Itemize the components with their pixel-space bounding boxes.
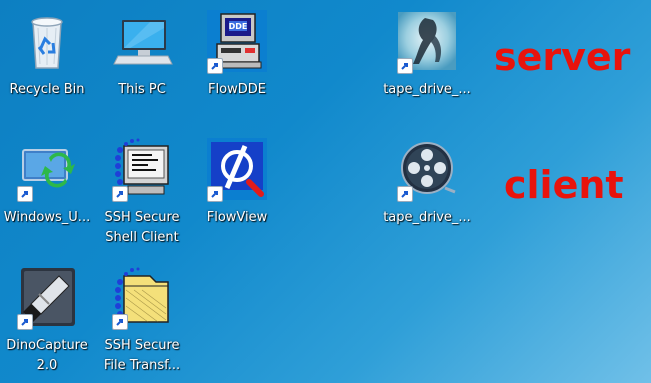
desktop-icon-recycle-bin[interactable]: Recycle Bin	[1, 4, 93, 122]
desktop-icon-flowview[interactable]: FlowView	[191, 132, 283, 250]
shortcut-arrow-icon	[207, 186, 223, 202]
desktop-icon-label: SSH Secure File Transf...	[103, 338, 181, 373]
desktop-icon-label: This PC	[118, 82, 166, 97]
desktop-icon-windows-update[interactable]: Windows_U...	[1, 132, 93, 250]
tape-drive-server-thumbnail-icon	[395, 8, 459, 74]
desktop-icon-label: DinoCapture 2.0	[6, 338, 88, 373]
dinocapture-icon	[15, 264, 79, 330]
desktop-icon-tape-drive-client[interactable]: tape_drive_...	[381, 132, 473, 250]
desktop-icon-label: tape_drive_...	[383, 210, 471, 225]
desktop-icon-ssh-secure-shell-client[interactable]: SSH Secure Shell Client	[96, 132, 188, 250]
shortcut-arrow-icon	[207, 58, 223, 74]
server-annotation: server	[494, 35, 631, 79]
shortcut-arrow-icon	[397, 58, 413, 74]
desktop-icon-label: Windows_U...	[3, 210, 91, 225]
desktop-icon-label: tape_drive_...	[383, 82, 471, 97]
ssh-file-transfer-icon	[110, 264, 174, 330]
film-reel-icon	[395, 136, 459, 202]
desktop-icon-flowdde[interactable]: DDE FlowDDE	[191, 4, 283, 122]
desktop-icon-ssh-secure-file-transfer[interactable]: SSH Secure File Transf...	[96, 260, 188, 378]
desktop-icon-label: Recycle Bin	[9, 82, 85, 97]
flowview-icon	[205, 136, 269, 202]
desktop-icon-this-pc[interactable]: This PC	[96, 4, 188, 122]
desktop-icon-label: FlowDDE	[208, 82, 266, 97]
dde-icon-text: DDE	[229, 22, 248, 31]
ssh-shell-client-icon	[110, 136, 174, 202]
windows-update-icon	[15, 136, 79, 202]
desktop-icon-label: FlowView	[206, 210, 268, 225]
flowdde-icon: DDE	[205, 8, 269, 74]
shortcut-arrow-icon	[397, 186, 413, 202]
desktop-icon-tape-drive-server[interactable]: tape_drive_...	[381, 4, 473, 122]
shortcut-arrow-icon	[17, 186, 33, 202]
computer-icon	[110, 8, 174, 74]
desktop-icon-dinocapture[interactable]: DinoCapture 2.0	[1, 260, 93, 378]
client-annotation: client	[504, 163, 624, 207]
recycle-bin-icon	[15, 8, 79, 74]
desktop-icon-label: SSH Secure Shell Client	[104, 210, 180, 245]
shortcut-arrow-icon	[112, 314, 128, 330]
shortcut-arrow-icon	[17, 314, 33, 330]
shortcut-arrow-icon	[112, 186, 128, 202]
